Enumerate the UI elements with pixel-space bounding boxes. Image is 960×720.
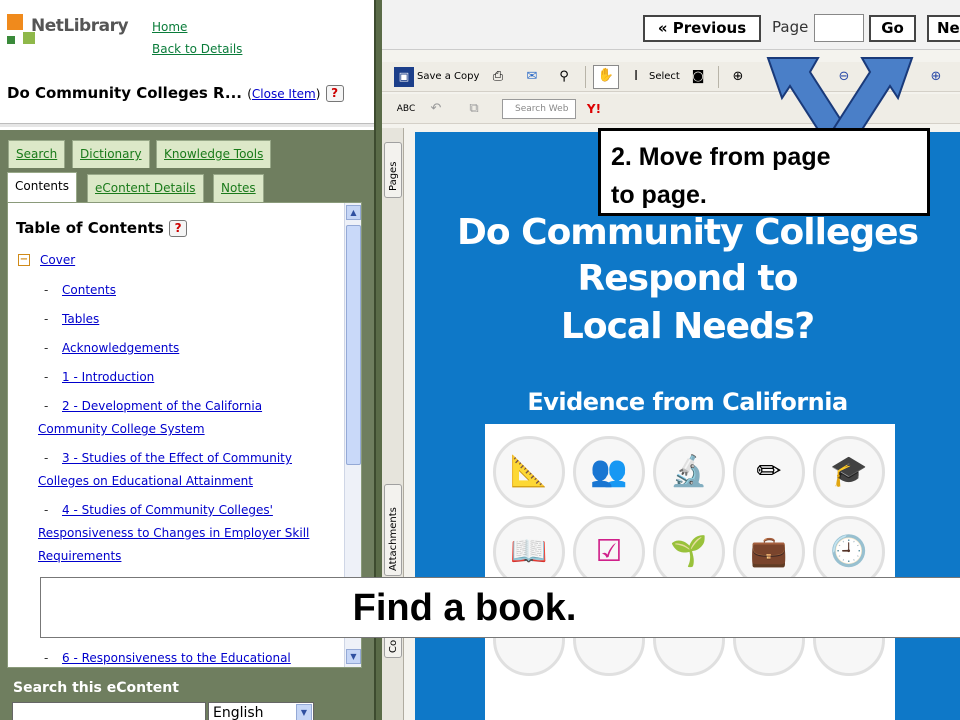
toc-link[interactable]: 3 - Studies of the Effect of Community <box>62 451 292 465</box>
scroll-down-icon[interactable]: ▼ <box>346 649 361 664</box>
toc-link[interactable]: Contents <box>62 283 116 297</box>
cover-title-line: Respond to <box>577 258 799 299</box>
search-econtent-input[interactable] <box>12 702 206 720</box>
toc-item-chapter-2-cont[interactable]: Community College System <box>38 418 205 441</box>
tab-contents[interactable]: Contents <box>7 172 77 202</box>
tab-knowledge-tools[interactable]: Knowledge Tools <box>156 140 272 168</box>
next-button[interactable]: Ne <box>927 15 960 42</box>
print-icon[interactable]: ⎙ <box>488 67 508 87</box>
zoom-in-icon[interactable]: ⊕ <box>728 67 748 87</box>
toc-item-chapter-2[interactable]: -2 - Development of the California <box>44 395 262 418</box>
language-value: English <box>213 705 264 720</box>
callout-line: 2. Move from page <box>611 143 831 171</box>
chevron-down-icon[interactable]: ▼ <box>296 704 312 720</box>
toc-link[interactable]: Tables <box>62 312 99 326</box>
instruction-callout: 2. Move from page to page. <box>598 128 930 216</box>
back-to-details-link[interactable]: Back to Details <box>152 38 242 60</box>
cover-subtitle: Evidence from California <box>527 388 848 416</box>
toc-link[interactable]: Cover <box>40 253 75 267</box>
microscope-icon: 🔬 <box>653 436 725 508</box>
toc-item-chapter-6[interactable]: -6 - Responsiveness to the Educational <box>44 647 291 667</box>
language-select[interactable]: English ▼ <box>208 702 314 720</box>
previous-button[interactable]: « Previous <box>643 15 761 42</box>
toc-item-acknowledgements[interactable]: - Acknowledgements <box>44 337 179 360</box>
hand-tool-icon[interactable]: ✋ <box>593 65 619 89</box>
toc-link[interactable]: Colleges on Educational Attainment <box>38 474 253 488</box>
tab-dictionary[interactable]: Dictionary <box>72 140 150 168</box>
attachments-tab-label: Attachments <box>388 507 399 571</box>
zoom-plus-icon[interactable]: ⊕ <box>926 67 946 87</box>
toc-link[interactable]: 1 - Introduction <box>62 370 154 384</box>
item-title: Do Community Colleges R... (Close Item) … <box>7 84 344 102</box>
close-item: (Close Item) <box>247 87 321 101</box>
search-econtent-label: Search this eContent <box>13 680 179 696</box>
collapse-icon[interactable]: − <box>18 254 30 266</box>
attachments-side-tab[interactable]: Attachments <box>384 484 402 576</box>
toc-link[interactable]: Community College System <box>38 422 205 436</box>
cover-icon-grid: 📐 👥 🔬 ✏ 🎓 📖 ☑ 🌱 💼 🕘 <box>485 424 895 720</box>
scroll-thumb[interactable] <box>346 225 361 465</box>
toc-title-text: Table of Contents <box>16 219 164 237</box>
toc-item-chapter-4-cont[interactable]: Responsiveness to Changes in Employer Sk… <box>38 522 309 545</box>
graduation-cap-icon: 🎓 <box>813 436 885 508</box>
home-link[interactable]: Home <box>152 16 242 38</box>
email-icon[interactable]: ✉ <box>522 67 542 87</box>
toc-link[interactable]: Acknowledgements <box>62 341 179 355</box>
select-label[interactable]: Select <box>649 71 680 82</box>
header-links: Home Back to Details <box>152 16 242 60</box>
cover-title-line: Do Community Colleges <box>457 212 919 253</box>
people-icon: 👥 <box>573 436 645 508</box>
tab-notes[interactable]: Notes <box>213 174 264 202</box>
page-number-input[interactable] <box>814 14 864 42</box>
go-button[interactable]: Go <box>869 15 916 42</box>
triangle-ruler-icon: 📐 <box>493 436 565 508</box>
netlibrary-logo[interactable]: NetLibrary <box>7 14 147 54</box>
toc-link[interactable]: 2 - Development of the California <box>62 399 262 413</box>
toc-help-icon[interactable]: ? <box>169 220 188 237</box>
toc-item-chapter-3-cont[interactable]: Colleges on Educational Attainment <box>38 470 253 493</box>
logo-square-darkgreen <box>7 36 15 44</box>
close-item-link[interactable]: Close Item <box>252 87 316 101</box>
save-icon[interactable]: ▣ <box>394 67 414 87</box>
copy-icon[interactable]: ⧉ <box>464 99 484 119</box>
instruction-banner: Find a book. <box>40 577 960 638</box>
text-select-icon[interactable]: I <box>626 67 646 87</box>
undo-icon[interactable]: ↶ <box>426 99 446 119</box>
toc-item-contents[interactable]: - Contents <box>44 279 116 302</box>
toc-title: Table of Contents ? <box>16 219 188 237</box>
search-web-input[interactable]: Search Web <box>502 99 576 119</box>
toc-item-cover[interactable]: − Cover <box>18 249 75 272</box>
toc-item-chapter-3[interactable]: -3 - Studies of the Effect of Community <box>44 447 292 470</box>
pages-side-tab[interactable]: Pages <box>384 142 402 198</box>
page-navigation-bar: « Previous Page Go Ne <box>382 0 960 50</box>
save-copy-label[interactable]: Save a Copy <box>417 71 479 82</box>
spell-check-icon[interactable]: ABC <box>396 99 416 119</box>
pages-tab-label: Pages <box>388 161 399 191</box>
toc-link[interactable]: 6 - Responsiveness to the Educational <box>62 651 291 665</box>
page-label: Page <box>772 18 809 36</box>
toc-item-tables[interactable]: - Tables <box>44 308 99 331</box>
toc-item-introduction[interactable]: -1 - Introduction <box>44 366 154 389</box>
pencil-icon: ✏ <box>733 436 805 508</box>
find-binoculars-icon[interactable]: ⚲ <box>554 67 574 87</box>
toc-link[interactable]: Requirements <box>38 549 121 563</box>
comments-tab-label: Co <box>388 639 399 653</box>
cover-title-line: Local Needs? <box>560 306 815 347</box>
toc-link[interactable]: Responsiveness to Changes in Employer Sk… <box>38 526 309 540</box>
logo-text: NetLibrary <box>31 16 129 36</box>
scroll-up-icon[interactable]: ▲ <box>346 205 361 220</box>
yahoo-icon[interactable]: Y! <box>584 99 604 119</box>
header-separator <box>0 123 374 127</box>
toc-link[interactable]: 4 - Studies of Community Colleges' <box>62 503 273 517</box>
tab-econtent-details[interactable]: eContent Details <box>87 174 204 202</box>
callout-line: to page. <box>611 181 707 209</box>
item-title-text: Do Community Colleges R... <box>7 84 242 102</box>
snapshot-camera-icon[interactable]: ◙ <box>688 67 708 87</box>
toc-item-chapter-4-cont2[interactable]: Requirements <box>38 545 121 568</box>
tab-search[interactable]: Search <box>8 140 66 168</box>
toc-item-chapter-4[interactable]: -4 - Studies of Community Colleges' <box>44 499 273 522</box>
help-icon[interactable]: ? <box>325 85 344 102</box>
logo-square-orange <box>7 14 23 30</box>
